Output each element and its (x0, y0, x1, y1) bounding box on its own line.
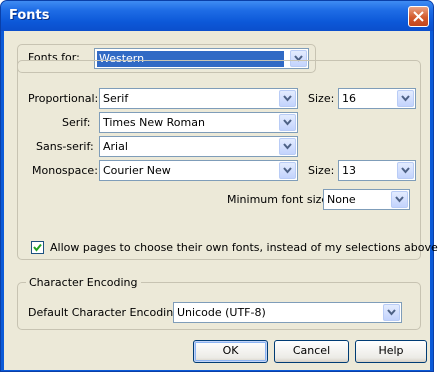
serif-label: Serif: (62, 116, 91, 129)
cancel-button[interactable]: Cancel (274, 340, 349, 363)
minimum-font-size-value: None (327, 193, 356, 206)
chevron-down-icon (283, 167, 292, 174)
dropdown-arrow (279, 90, 296, 107)
dropdown-arrow (279, 114, 296, 131)
dropdown-arrow (391, 191, 408, 208)
chevron-down-icon (395, 196, 404, 203)
close-icon (413, 11, 424, 22)
proportional-select[interactable]: Serif (99, 88, 298, 109)
monospace-size-label: Size: (308, 164, 335, 177)
serif-value: Times New Roman (103, 116, 205, 129)
dropdown-arrow (397, 162, 414, 179)
proportional-size-label: Size: (308, 92, 335, 105)
fonts-dialog: Fonts Fonts for: Western Proportional: S… (0, 0, 438, 372)
chevron-down-icon (283, 119, 292, 126)
sans-serif-value: Arial (103, 140, 128, 153)
checkmark-icon (33, 243, 42, 252)
chevron-down-icon (387, 309, 396, 316)
default-encoding-select[interactable]: Unicode (UTF-8) (173, 302, 402, 323)
allow-fonts-checkbox[interactable] (31, 241, 44, 254)
chevron-down-icon (401, 167, 410, 174)
chevron-down-icon (401, 95, 410, 102)
dropdown-arrow (279, 138, 296, 155)
proportional-size-select[interactable]: 16 (338, 88, 416, 109)
encoding-group-label: Character Encoding (26, 276, 141, 290)
minimum-font-size-label: Minimum font size: (227, 193, 332, 206)
dialog-body: Fonts for: Western Proportional: Serif S… (4, 31, 438, 370)
minimum-font-size-select[interactable]: None (323, 189, 410, 210)
dropdown-arrow (279, 162, 296, 179)
proportional-label: Proportional: (28, 92, 99, 105)
default-encoding-label: Default Character Encoding: (28, 306, 184, 319)
dropdown-arrow (397, 90, 414, 107)
default-encoding-value: Unicode (UTF-8) (177, 306, 266, 319)
serif-select[interactable]: Times New Roman (99, 112, 298, 133)
close-button[interactable] (408, 6, 429, 27)
title-bar[interactable]: Fonts (1, 1, 433, 31)
dropdown-arrow (383, 304, 400, 321)
allow-fonts-label[interactable]: Allow pages to choose their own fonts, i… (50, 241, 438, 255)
monospace-value: Courier New (103, 164, 171, 177)
chevron-down-icon (283, 95, 292, 102)
sans-serif-label: Sans-serif: (36, 140, 94, 153)
ok-button[interactable]: OK (193, 340, 268, 363)
monospace-size-select[interactable]: 13 (338, 160, 416, 181)
monospace-select[interactable]: Courier New (99, 160, 298, 181)
sans-serif-select[interactable]: Arial (99, 136, 298, 157)
monospace-size-value: 13 (342, 164, 356, 177)
proportional-size-value: 16 (342, 92, 356, 105)
window-title: Fonts (9, 8, 50, 23)
proportional-value: Serif (103, 92, 129, 105)
help-button[interactable]: Help (355, 340, 427, 363)
monospace-label: Monospace: (32, 164, 98, 177)
chevron-down-icon (283, 143, 292, 150)
